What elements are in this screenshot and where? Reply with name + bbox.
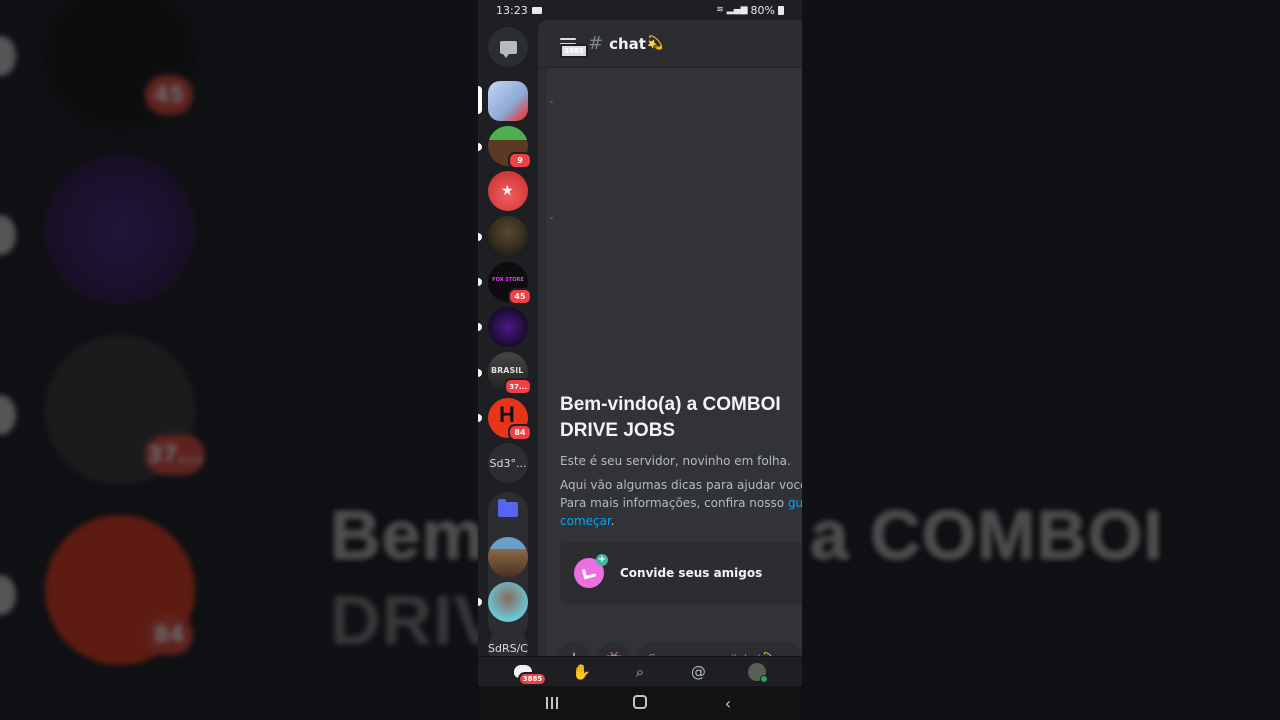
home-button[interactable] bbox=[625, 694, 655, 713]
tips-text: . bbox=[610, 514, 615, 528]
chevron-down-icon: ⌄ bbox=[548, 212, 555, 221]
channel-panel: 3885 # chat 💫 ⌄ ⌄ Bem-vindo(a) a COMBOI … bbox=[538, 20, 802, 656]
server-icon-1[interactable] bbox=[488, 81, 528, 121]
bg-avatar-garcia bbox=[45, 155, 195, 305]
blurred-left-panel: 45 37... 84 Bem-vindo(a) a COMBOI DRIVE … bbox=[0, 0, 1163, 720]
mention-badge: 9 bbox=[508, 152, 532, 169]
tips-text: Aqui vão algumas dicas para ajudar você … bbox=[560, 478, 802, 492]
screen-record-icon bbox=[531, 6, 542, 14]
server-icon-garcia[interactable] bbox=[488, 307, 528, 347]
chat-bubble-icon bbox=[499, 40, 517, 58]
server-acronym: Sd3°... bbox=[489, 456, 527, 470]
unread-dot bbox=[478, 369, 482, 377]
bg-avatar-brasil: 37... bbox=[45, 335, 205, 485]
mention-badge: 37... bbox=[504, 378, 532, 395]
nav-mentions[interactable]: @ bbox=[686, 660, 710, 684]
bg-badge: 45 bbox=[145, 75, 193, 115]
mention-badge: 45 bbox=[508, 288, 532, 305]
bg-unread-dot bbox=[0, 395, 16, 435]
user-avatar bbox=[747, 662, 768, 683]
server-icon-soldier[interactable] bbox=[488, 216, 528, 256]
server-icon-red-star[interactable]: ★ bbox=[488, 171, 528, 211]
nav-profile[interactable] bbox=[745, 660, 769, 684]
server-rail[interactable]: 9 ★ FOX STORE 45 BRASIL 37... H 84 Sd3°.… bbox=[478, 20, 538, 668]
welcome-title-line2: DRIVE JOBS bbox=[560, 420, 676, 441]
bg-unread-dot bbox=[0, 36, 16, 76]
selected-server-indicator bbox=[478, 86, 482, 114]
blurred-right-panel: Bem-vindo(a) a COMBOI bbox=[330, 0, 1280, 720]
server-icon-craftsopens[interactable]: 9 bbox=[488, 126, 532, 169]
server-icon-fox-store[interactable]: FOX STORE 45 bbox=[488, 262, 532, 305]
invite-friends-label: Convide seus amigos bbox=[620, 566, 763, 580]
bg-badge: 84 bbox=[145, 615, 193, 655]
nav-home[interactable]: 3885 bbox=[511, 660, 548, 686]
star-icon: ★ bbox=[501, 183, 514, 199]
channel-name[interactable]: chat bbox=[609, 35, 646, 53]
at-sign-icon: @ bbox=[690, 662, 706, 681]
welcome-title: Bem-vindo(a) a COMBOI DRIVE JOBS bbox=[560, 392, 802, 444]
welcome-tips: Aqui vão algumas dicas para ajudar você … bbox=[560, 476, 802, 530]
message-composer: + 👾 bbox=[558, 640, 802, 656]
bg-avatar-fox-store: 45 bbox=[45, 0, 195, 130]
games-button[interactable]: 👾 bbox=[598, 642, 630, 656]
android-nav-bar: ‹ bbox=[478, 686, 802, 720]
nav-search[interactable]: ⌕ bbox=[628, 660, 652, 684]
unread-dot bbox=[478, 323, 482, 331]
bg-badge: 37... bbox=[145, 435, 205, 475]
hamburger-line bbox=[560, 37, 576, 40]
server-icon-h[interactable]: H 84 bbox=[488, 398, 532, 441]
status-bar: 13:23 ≋ ▂▄▆ 80% bbox=[478, 0, 802, 20]
server-icon-brasil[interactable]: BRASIL 37... bbox=[488, 352, 532, 395]
message-area[interactable]: ⌄ ⌄ Bem-vindo(a) a COMBOI DRIVE JOBS Est… bbox=[546, 68, 802, 656]
hashtag-icon: # bbox=[588, 33, 604, 54]
channel-header: 3885 # chat 💫 bbox=[538, 20, 802, 68]
unread-dot bbox=[478, 414, 482, 422]
welcome-title-line1: Bem-vindo(a) a COMBOI bbox=[560, 394, 781, 415]
friends-wave-icon: ✋ bbox=[572, 662, 591, 681]
bg-avatar-h: 84 bbox=[45, 515, 195, 665]
signal-icon: ▂▄▆ bbox=[726, 5, 748, 15]
mention-badge: 84 bbox=[508, 424, 532, 441]
invite-friends-icon: + bbox=[574, 554, 608, 588]
getting-started-link[interactable]: começar bbox=[560, 514, 611, 528]
plus-icon: + bbox=[596, 554, 608, 566]
welcome-section: Bem-vindo(a) a COMBOI DRIVE JOBS Este é … bbox=[560, 392, 802, 530]
folder-server-avatar-1[interactable] bbox=[488, 537, 528, 577]
brasil-logo-text: BRASIL bbox=[491, 366, 524, 375]
invite-friends-button[interactable]: + Convide seus amigos bbox=[560, 542, 802, 604]
server-acronym: SdRS/C bbox=[488, 641, 528, 655]
direct-messages-button[interactable] bbox=[488, 27, 528, 67]
unread-dot bbox=[478, 278, 482, 286]
nav-friends[interactable]: ✋ bbox=[570, 660, 594, 684]
welcome-subtitle: Este é seu servidor, novinho em folha. bbox=[560, 454, 791, 468]
phone-screen: 13:23 ≋ ▂▄▆ 80% 9 ★ FOX STORE 45 BRASIL … bbox=[478, 0, 802, 720]
unread-dot bbox=[478, 233, 482, 241]
folder-server-avatar-2[interactable] bbox=[488, 582, 528, 622]
tips-text: Para mais informações, confira nosso bbox=[560, 496, 788, 510]
message-input[interactable] bbox=[638, 642, 802, 656]
fox-store-logo-text: FOX STORE bbox=[492, 277, 524, 283]
bottom-navigation: 3885 ✋ ⌕ @ bbox=[478, 656, 802, 686]
channel-emoji: 💫 bbox=[646, 36, 664, 51]
wifi-icon: ≋ bbox=[716, 5, 724, 15]
menu-button[interactable]: 3885 bbox=[560, 37, 588, 58]
bg-unread-dot bbox=[0, 215, 16, 255]
guide-link[interactable]: guia bbox=[788, 496, 802, 510]
battery-icon bbox=[778, 5, 784, 15]
chevron-down-icon: ⌄ bbox=[548, 96, 555, 105]
recent-apps-button[interactable] bbox=[537, 694, 567, 713]
search-icon: ⌕ bbox=[635, 662, 645, 681]
unread-count-badge: 3885 bbox=[560, 43, 588, 58]
bg-unread-dot bbox=[0, 575, 16, 615]
add-attachment-button[interactable]: + bbox=[558, 642, 590, 656]
folder-icon bbox=[498, 499, 518, 517]
server-icon-sd3[interactable]: Sd3°... bbox=[488, 443, 528, 483]
unread-dot bbox=[478, 598, 482, 606]
back-button[interactable]: ‹ bbox=[713, 694, 743, 713]
unread-count-badge: 3885 bbox=[517, 671, 548, 686]
wave-icon bbox=[581, 566, 597, 580]
status-time: 13:23 bbox=[496, 3, 528, 17]
battery-percent: 80% bbox=[750, 3, 775, 17]
unread-dot bbox=[478, 143, 482, 151]
